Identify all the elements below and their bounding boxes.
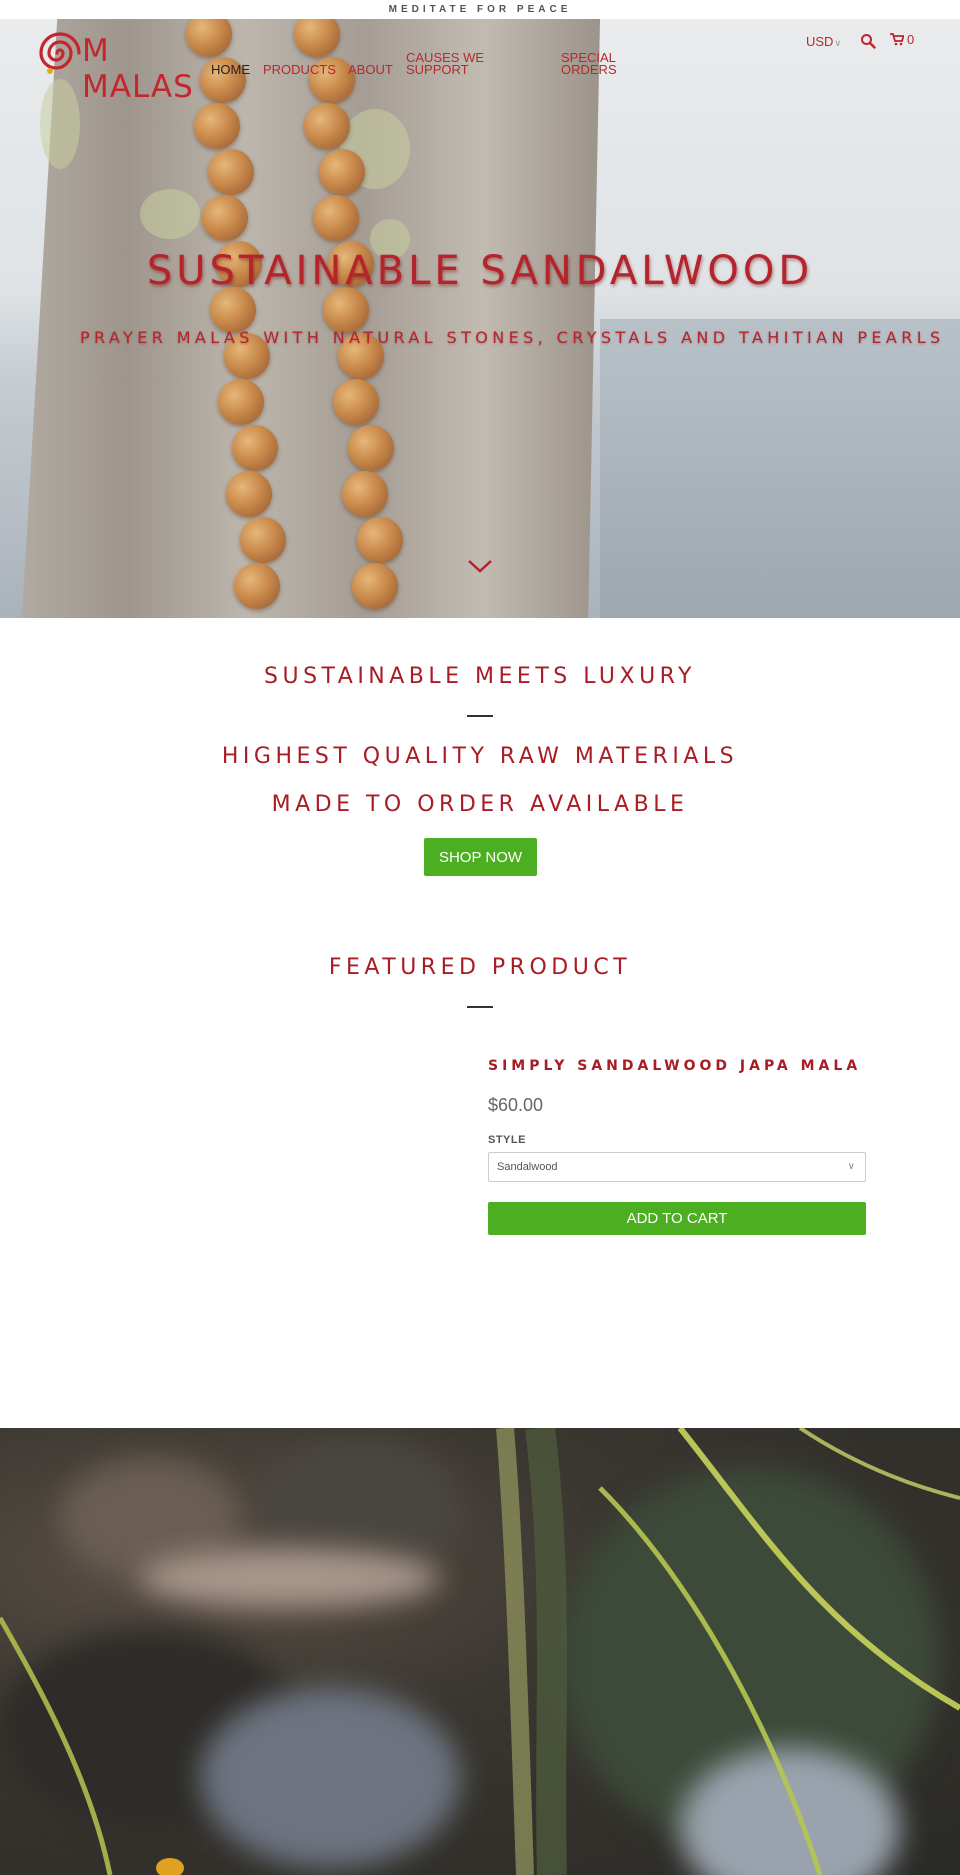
bottom-banner-image (0, 1428, 960, 1875)
style-label: STYLE (488, 1134, 526, 1146)
hero-lichen (140, 189, 200, 239)
mala-bead (202, 195, 248, 241)
cart-count: 0 (907, 32, 915, 47)
mala-bead (332, 379, 379, 425)
search-icon[interactable] (860, 33, 876, 49)
chevron-down-icon: ∨ (847, 1161, 855, 1172)
nav-item-special-orders[interactable]: SPECIAL ORDERS (561, 51, 631, 76)
chevron-down-icon: ∨ (834, 38, 842, 48)
hero-subtitle: PRAYER MALAS WITH NATURAL STONES, CRYSTA… (80, 328, 945, 347)
chevron-down-icon[interactable] (467, 558, 493, 574)
shop-now-button[interactable]: SHOP NOW (424, 838, 537, 876)
currency-selector[interactable]: USD∨ (806, 34, 841, 49)
style-select-value: Sandalwood (497, 1161, 558, 1173)
logo-swirl-icon (39, 32, 81, 74)
cart-icon (890, 33, 905, 46)
mala-bead (352, 563, 398, 609)
style-select[interactable]: Sandalwood ∨ (488, 1152, 866, 1182)
site-logo[interactable]: M MALAS (36, 29, 196, 105)
mala-bead (318, 149, 365, 195)
hero-title: SUSTAINABLE SANDALWOOD (146, 248, 814, 294)
featured-divider (467, 1006, 493, 1008)
promo-line-1: HIGHEST QUALITY RAW MATERIALS (221, 744, 739, 769)
announcement-bar: MEDITATE FOR PEACE (0, 0, 960, 19)
mala-bead (240, 517, 286, 563)
mala-bead (303, 103, 350, 149)
product-title[interactable]: SIMPLY SANDALWOOD JAPA MALA (488, 1058, 861, 1074)
product-price: $60.00 (488, 1095, 544, 1115)
mala-bead (342, 471, 389, 517)
mala-bead (313, 195, 360, 241)
hero-sea (600, 319, 960, 618)
nav-item-about[interactable]: ABOUT (348, 63, 393, 76)
nav-item-causes[interactable]: CAUSES WE SUPPORT (406, 51, 496, 76)
hero-lichen (40, 79, 80, 169)
mala-bead (357, 517, 404, 563)
mala-bead (194, 103, 240, 149)
image-grass-blades (0, 1428, 960, 1875)
site-header: M MALAS HOME PRODUCTS ABOUT CAUSES WE SU… (0, 19, 960, 105)
featured-heading: FEATURED PRODUCT (328, 955, 632, 980)
cart-link[interactable]: 0 (890, 32, 914, 47)
promo-divider (467, 715, 493, 717)
hero-wood-post (21, 19, 600, 618)
logo-wordmark: M MALAS (82, 33, 194, 105)
mala-bead (232, 425, 278, 471)
mala-bead (208, 149, 254, 195)
mala-bead (218, 379, 264, 425)
currency-value: USD (806, 34, 834, 49)
mala-bead (347, 425, 394, 471)
nav-item-products[interactable]: PRODUCTS (263, 63, 336, 76)
mala-bead (234, 563, 280, 609)
add-to-cart-button[interactable]: ADD TO CART (488, 1202, 866, 1235)
nav-item-home[interactable]: HOME (211, 63, 250, 76)
promo-line-2: MADE TO ORDER AVAILABLE (271, 792, 689, 817)
promo-heading: SUSTAINABLE MEETS LUXURY (264, 664, 696, 689)
hero-banner (0, 19, 960, 618)
mala-bead (226, 471, 272, 517)
